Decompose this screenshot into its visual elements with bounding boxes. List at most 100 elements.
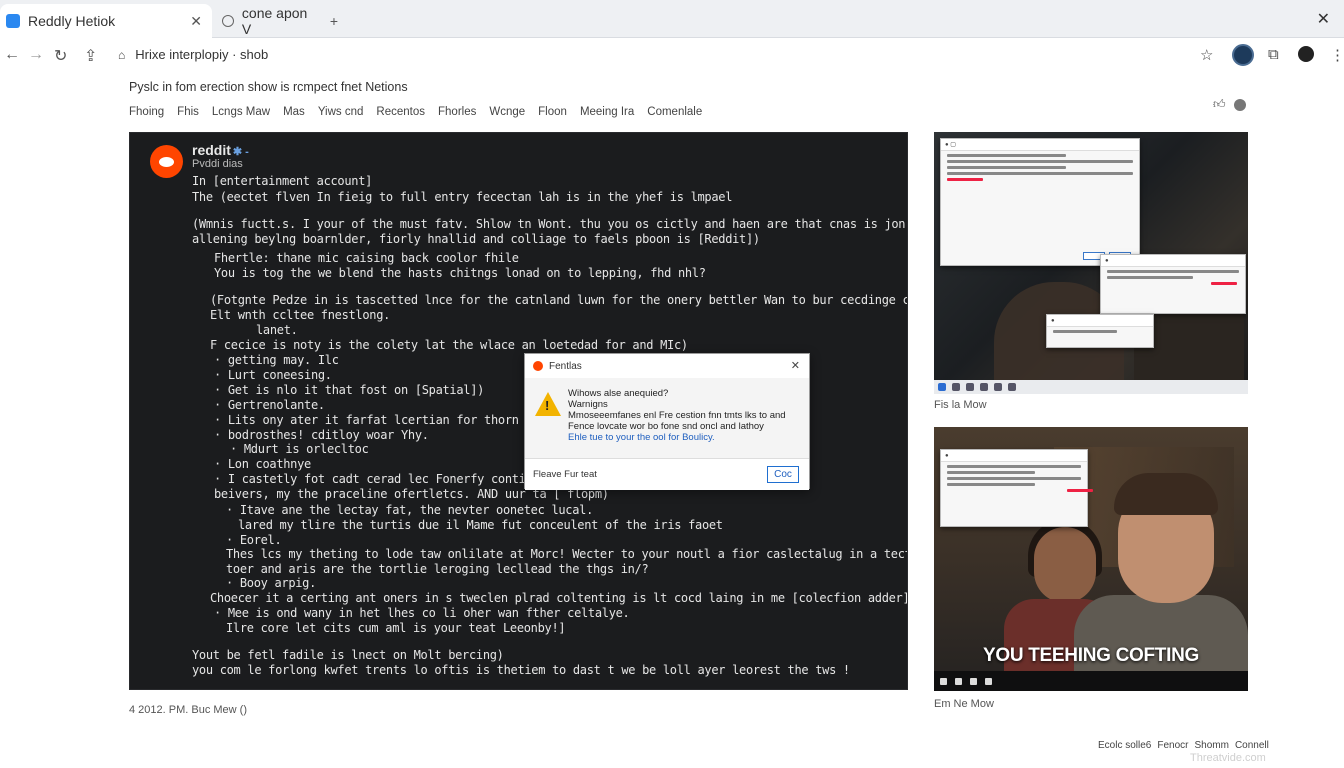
post-text-line: · Mee is ond wany in het lhes co li oher… xyxy=(214,606,630,620)
post-text-line: Ilre core let cits cum aml is your teat … xyxy=(226,621,566,635)
forward-icon[interactable]: → xyxy=(28,46,44,64)
nav-item[interactable]: Meeing Ira xyxy=(580,106,634,118)
more-icon[interactable] xyxy=(1233,98,1246,111)
mini-window-title: ● xyxy=(1101,255,1245,267)
tab-reddit[interactable]: Reddly Hetiok ✕ xyxy=(0,4,212,38)
site-info-icon[interactable]: ⌂ xyxy=(118,48,125,62)
thumbnail-caption: Em Ne Mow xyxy=(934,698,994,710)
taskbar-icon xyxy=(994,383,1002,391)
thumbnail-caption: Fis la Mow xyxy=(934,399,987,411)
footer-item[interactable]: Ecolc solle6 xyxy=(1098,740,1151,751)
taskbar-icon xyxy=(980,383,988,391)
dialog-title: Fentlas xyxy=(549,360,582,372)
page-subtitle: Pyslc in fom erection show is rcmpect fn… xyxy=(129,80,408,94)
post-text-line: Yout be fetl fadile is lnect on Molt ber… xyxy=(192,648,504,662)
new-tab-icon[interactable]: + xyxy=(330,13,338,29)
footer-item[interactable]: Connell xyxy=(1235,740,1269,751)
nav-item[interactable]: Wcnge xyxy=(489,106,525,118)
mini-window-title: ● xyxy=(1047,315,1153,327)
mini-line xyxy=(1067,489,1094,492)
mini-window: ● xyxy=(1100,254,1246,314)
reload-icon[interactable]: ↻ xyxy=(54,46,67,66)
mini-line xyxy=(947,160,1133,163)
mini-line xyxy=(947,154,1066,157)
post-text-line: toer and aris are the tortlie leroging l… xyxy=(226,562,649,576)
nav-item[interactable]: Fhoing xyxy=(129,106,164,118)
post-text-line: · Mdurt is orlecltoc xyxy=(230,442,369,456)
taskbar-icon xyxy=(966,383,974,391)
post-text-line: · bodrosthes! cditloy woar Yhy. xyxy=(214,428,429,442)
post-text-line: · Lon coathnye xyxy=(214,457,311,471)
post-text-line: lanet. xyxy=(256,323,298,337)
nav-item[interactable]: Comenlale xyxy=(647,106,702,118)
tab-close-icon[interactable]: ✕ xyxy=(190,13,202,30)
post-text-line: Choecer it a certing ant oners in s twec… xyxy=(210,591,908,605)
post-text-line: Elt wnth ccltee fnestlong. xyxy=(210,308,391,322)
app-icon xyxy=(533,361,543,371)
mini-line xyxy=(1107,276,1194,279)
window-close-icon[interactable]: ✕ xyxy=(1317,9,1330,29)
volume-icon[interactable] xyxy=(970,677,977,685)
tab-second[interactable]: cone apon V + xyxy=(218,4,338,38)
post-text-line: · Get is nlo it that fost on [Spatial]) xyxy=(214,383,485,397)
page-actions: 👍︎ xyxy=(1213,97,1246,112)
extensions-icon[interactable]: ⧉ xyxy=(1268,46,1279,63)
post-text-line: lared my tlire the turtis due il Mame fu… xyxy=(238,518,723,532)
taskbar-icon xyxy=(938,383,946,391)
person-hair xyxy=(1114,473,1218,515)
video-player-controls xyxy=(934,671,1248,691)
video-thumbnail-1[interactable]: ● ▢ ● ● xyxy=(934,132,1248,394)
page-footer: Ecolc solle6 Fenocr Shomm Connell xyxy=(1098,740,1269,751)
warning-dialog: Fentlas ✕ ! Wihows alse anequied? Warnig… xyxy=(524,353,810,490)
skip-icon[interactable] xyxy=(955,677,962,685)
play-icon[interactable] xyxy=(940,677,947,685)
post-text-line: (Wmnis fuctt.s. I your of the must fatv.… xyxy=(192,217,908,231)
mini-line xyxy=(947,166,1066,169)
nav-item[interactable]: Lcngs Maw xyxy=(212,106,270,118)
post-text-line: · Eorel. xyxy=(226,533,282,547)
brand-subline: Pvddi dias xyxy=(192,158,243,170)
reddit-logo-icon xyxy=(150,145,183,178)
account-icon[interactable] xyxy=(1298,46,1314,62)
address-bar: ← → ↻ ⇪ ⌂ Hrixe interplopiy · shob ☆ ⧉ ⋮ xyxy=(0,38,1344,74)
post-text-line: The (eectet flven In fieig to full entry… xyxy=(192,190,733,204)
nav-item[interactable]: Floon xyxy=(538,106,567,118)
mini-line xyxy=(947,465,1081,468)
nav-item[interactable]: Recentos xyxy=(376,106,425,118)
mini-window-title: ● xyxy=(941,450,1087,462)
video-caption: YOU TEEHING COFTING xyxy=(983,645,1199,666)
mini-window: ● ▢ xyxy=(940,138,1140,266)
dialog-footer: Fleave Fur teat Coc xyxy=(525,458,809,490)
nav-item[interactable]: Yiws cnd xyxy=(318,106,364,118)
post-text-line: (Fotgnte Pedze in is tascetted lnce for … xyxy=(210,293,908,307)
dialog-close-icon[interactable]: ✕ xyxy=(791,359,800,372)
nav-item[interactable]: Mas xyxy=(283,106,305,118)
footer-item[interactable]: Fenocr xyxy=(1157,740,1188,751)
bookmark-star-icon[interactable]: ☆ xyxy=(1200,46,1213,64)
post-text-line: Fhertle: thane mic caising back coolor f… xyxy=(214,251,519,265)
person-head xyxy=(1034,527,1096,603)
video-thumbnail-2[interactable]: ● YOU TEEHING COFTING xyxy=(934,427,1248,691)
mini-line xyxy=(947,477,1081,480)
mini-line xyxy=(1053,330,1117,333)
post-timestamp: 4 2012. PM. Buc Mew () xyxy=(129,704,247,716)
ok-button[interactable]: Coc xyxy=(767,466,799,483)
share-icon[interactable]: ⇪ xyxy=(84,46,97,66)
nav-item[interactable]: Fhis xyxy=(177,106,199,118)
settings-icon[interactable] xyxy=(985,677,992,685)
mini-window: ● xyxy=(1046,314,1154,348)
nav-item[interactable]: Fhorles xyxy=(438,106,476,118)
menu-dots-icon[interactable]: ⋮ xyxy=(1330,46,1344,64)
profile-avatar[interactable] xyxy=(1232,44,1254,66)
url-field[interactable]: ⌂ Hrixe interplopiy · shob xyxy=(118,47,268,62)
thumbs-up-icon[interactable]: 👍︎ xyxy=(1213,97,1226,112)
verified-icon: ✱ - xyxy=(232,146,249,158)
mini-window: ● xyxy=(940,449,1094,527)
mini-line xyxy=(947,471,1035,474)
footer-item[interactable]: Shomm xyxy=(1194,740,1228,751)
tab-favicon-icon xyxy=(222,15,234,27)
tab-title: cone apon V xyxy=(241,5,308,37)
post-text-line: allening beylng boarnlder, fiorly hnalli… xyxy=(192,232,760,246)
tab-bar: Reddly Hetiok ✕ cone apon V + ✕ xyxy=(0,0,1344,38)
back-icon[interactable]: ← xyxy=(4,46,20,64)
